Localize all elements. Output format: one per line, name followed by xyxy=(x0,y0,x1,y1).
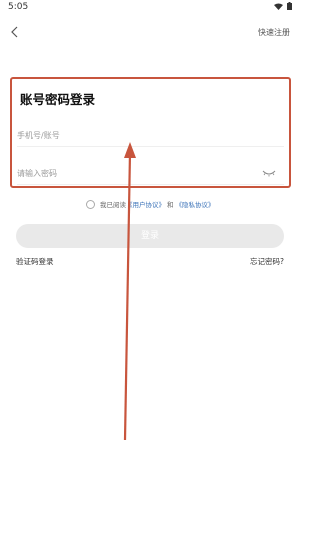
annotation-arrow xyxy=(123,142,136,441)
